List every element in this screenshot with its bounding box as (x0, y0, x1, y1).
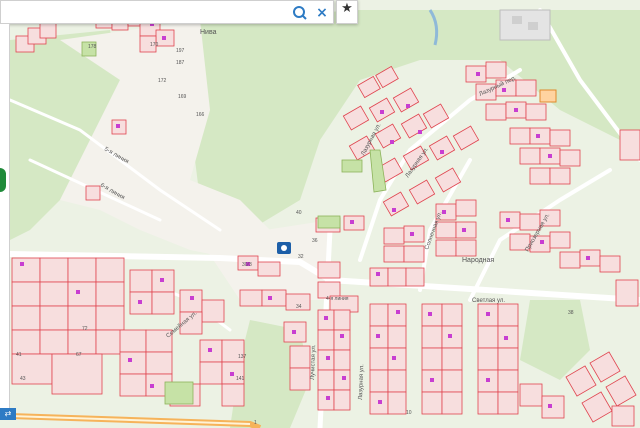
search-box: × (0, 0, 334, 24)
label-10: 10 (406, 410, 412, 416)
scale-toggle-button[interactable]: ⇄ (0, 408, 16, 420)
search-input[interactable] (5, 3, 289, 23)
label-172: 172 (158, 78, 167, 84)
label-38: 38 (568, 310, 574, 316)
label-luchistaya-ul: Лучистая ул. (310, 344, 317, 380)
clear-button[interactable]: × (313, 4, 331, 22)
label-narodnaya: Народная (462, 257, 494, 264)
search-icon (293, 6, 307, 20)
label-169: 169 (178, 94, 187, 100)
label-34: 34 (296, 304, 302, 310)
label-36: 36 (312, 238, 318, 244)
side-panel[interactable] (0, 24, 10, 408)
label-187: 187 (176, 60, 185, 66)
label-40: 40 (296, 210, 302, 216)
label-1: 1 (254, 420, 257, 426)
label-170: 170 (150, 42, 159, 48)
label-43: 43 (20, 376, 26, 382)
label-lazurnaya-ul-v: Лазурная ул. (358, 364, 365, 400)
label-41: 41 (16, 352, 22, 358)
label-svetlaya-ul: Светлая ул. (472, 298, 505, 304)
location-marker-icon[interactable] (277, 242, 291, 254)
label-32: 32 (298, 254, 304, 260)
panel-toggle-tab[interactable] (0, 168, 6, 192)
label-4th-line: 4-я линия (326, 296, 349, 302)
label-166: 166 (196, 112, 205, 118)
label-141: 141 (236, 376, 245, 382)
label-197: 197 (176, 48, 185, 54)
search-button[interactable] (291, 4, 309, 22)
label-137: 137 (238, 354, 247, 360)
favorite-button[interactable]: ★ (336, 0, 358, 24)
label-niva: Нива (200, 29, 217, 36)
label-67: 67 (76, 352, 82, 358)
cadastral-map[interactable]: Нива 178 170 197 187 172 169 166 239 5-я… (0, 0, 640, 428)
label-178: 178 (88, 44, 97, 50)
label-30-3: 30/3 (242, 262, 252, 268)
label-72: 72 (82, 326, 88, 332)
